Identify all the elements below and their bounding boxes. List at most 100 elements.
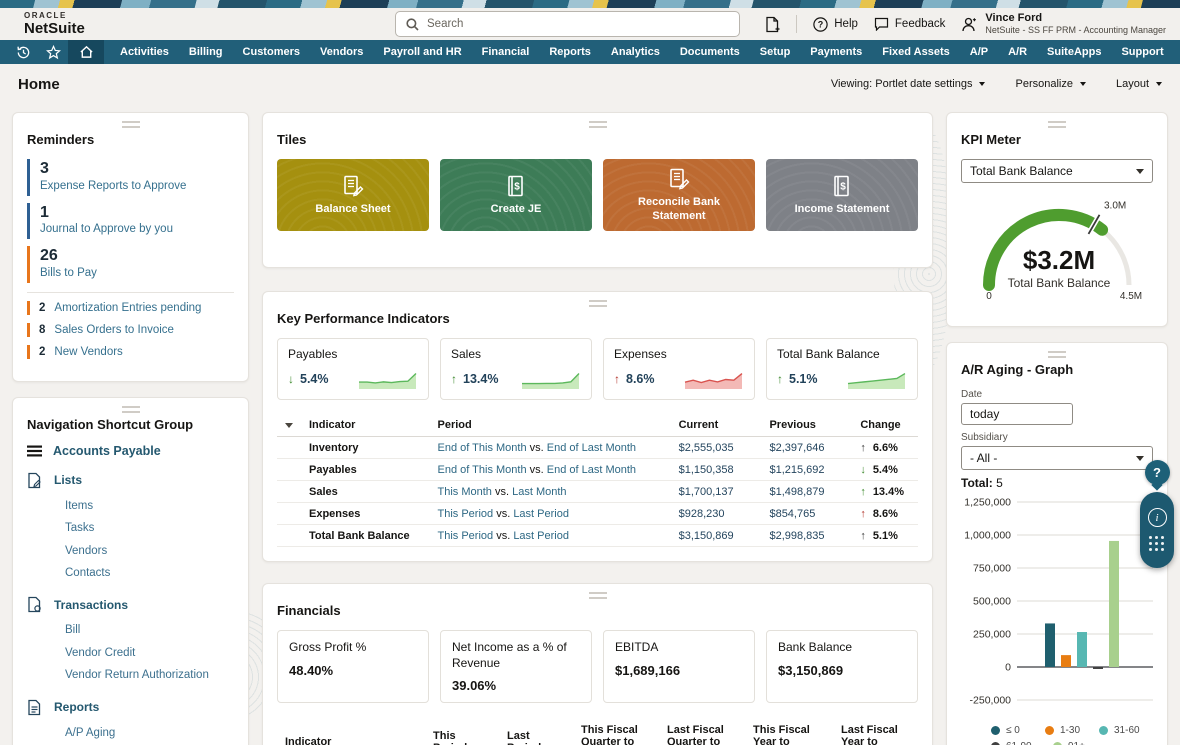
kpi-meter-select[interactable]: Total Bank Balance: [961, 159, 1153, 183]
financial-card-gross-profit[interactable]: Gross Profit %48.40%: [277, 630, 429, 703]
drag-handle[interactable]: [122, 121, 140, 128]
drag-handle[interactable]: [589, 592, 607, 599]
reminder-item[interactable]: 3Expense Reports to Approve: [27, 159, 234, 196]
nav-item-customers[interactable]: Customers: [233, 40, 310, 64]
shortcut-link-label[interactable]: Contacts: [65, 567, 110, 579]
personalize-dropdown[interactable]: Personalize: [1015, 78, 1085, 90]
period-link[interactable]: End of This Month: [438, 464, 527, 476]
shortcut-link-label[interactable]: A/P Aging: [65, 727, 115, 739]
user-menu[interactable]: Vince Ford NetSuite - SS FF PRM - Accoun…: [961, 12, 1166, 37]
nav-item-financial[interactable]: Financial: [472, 40, 540, 64]
help-bubble-button[interactable]: ?: [1145, 460, 1170, 485]
shortcut-link-label[interactable]: Bill: [65, 624, 80, 636]
global-search-input[interactable]: Search: [395, 11, 740, 37]
drag-handle[interactable]: [1048, 351, 1066, 358]
shortcut-link-label[interactable]: Items: [65, 500, 93, 512]
nav-item-payments[interactable]: Payments: [800, 40, 872, 64]
period-link[interactable]: Last Month: [512, 486, 566, 498]
feedback-button[interactable]: Feedback: [874, 17, 946, 31]
table-sort-caret[interactable]: [277, 414, 301, 437]
date-input[interactable]: today: [961, 403, 1073, 425]
period-link[interactable]: Last Period: [513, 530, 569, 542]
shortcut-link-vendors[interactable]: Vendors: [65, 540, 234, 562]
legend-item-91[interactable]: 91+: [1053, 741, 1115, 745]
nav-item-setup[interactable]: Setup: [750, 40, 801, 64]
shortcut-link-contacts[interactable]: Contacts: [65, 562, 234, 584]
drag-handle[interactable]: [589, 300, 607, 307]
kpi-card-payables[interactable]: Payables↓5.4%: [277, 338, 429, 400]
financial-card-ebitda[interactable]: EBITDA$1,689,166: [603, 630, 755, 703]
nav-item-billing[interactable]: Billing: [179, 40, 233, 64]
shortcut-link-label[interactable]: Vendor Return Authorization: [65, 669, 209, 681]
shortcut-section-header[interactable]: Reports: [27, 699, 234, 716]
reminder-label[interactable]: Journal to Approve by you: [40, 223, 234, 235]
legend-item-1-30[interactable]: 1-30: [1045, 725, 1099, 736]
legend-item-31-60[interactable]: 31-60: [1099, 725, 1153, 736]
reminder-label[interactable]: Sales Orders to Invoice: [54, 324, 174, 336]
netsuite-logo[interactable]: ORACLE NetSuite: [24, 12, 85, 36]
nav-item-activities[interactable]: Activities: [110, 40, 179, 64]
nav-item-fixed-assets[interactable]: Fixed Assets: [872, 40, 959, 64]
nav-item-a-r[interactable]: A/R: [998, 40, 1037, 64]
info-button[interactable]: i: [1148, 508, 1167, 527]
shortcut-link-label[interactable]: Vendors: [65, 545, 107, 557]
financial-card-net-income-as-a-of-revenue[interactable]: Net Income as a % of Revenue39.06%: [440, 630, 592, 703]
shortcuts-button[interactable]: [38, 40, 68, 64]
reminder-label[interactable]: Expense Reports to Approve: [40, 180, 234, 192]
nav-item-reports[interactable]: Reports: [539, 40, 601, 64]
shortcut-section-header[interactable]: Lists: [27, 472, 234, 489]
kpi-card-total-bank-balance[interactable]: Total Bank Balance↑5.1%: [766, 338, 918, 400]
period-link[interactable]: End of Last Month: [547, 464, 636, 476]
shortcut-link-vendor-credit[interactable]: Vendor Credit: [65, 642, 234, 664]
nav-item-suiteapps[interactable]: SuiteApps: [1037, 40, 1111, 64]
recent-records-button[interactable]: [8, 40, 38, 64]
period-link[interactable]: This Period: [438, 530, 494, 542]
drag-handle[interactable]: [589, 121, 607, 128]
period-link[interactable]: End of This Month: [438, 442, 527, 454]
kpi-card-sales[interactable]: Sales↑13.4%: [440, 338, 592, 400]
tile-balance-sheet[interactable]: Balance Sheet: [277, 159, 429, 231]
reminder-label[interactable]: New Vendors: [54, 346, 122, 358]
period-link[interactable]: This Period: [438, 508, 494, 520]
subsidiary-select[interactable]: - All -: [961, 446, 1153, 470]
reminder-label[interactable]: Bills to Pay: [40, 267, 234, 279]
drag-handle[interactable]: [1048, 121, 1066, 128]
financial-card-bank-balance[interactable]: Bank Balance$3,150,869: [766, 630, 918, 703]
shortcut-link-vendor-return-authorization[interactable]: Vendor Return Authorization: [65, 664, 234, 686]
shortcut-link-items[interactable]: Items: [65, 495, 234, 517]
shortcut-link-tasks[interactable]: Tasks: [65, 517, 234, 539]
shortcut-link-bill[interactable]: Bill: [65, 619, 234, 641]
kpi-card-expenses[interactable]: Expenses↑8.6%: [603, 338, 755, 400]
nav-item-analytics[interactable]: Analytics: [601, 40, 670, 64]
create-new-button[interactable]: [765, 16, 780, 33]
tile-create-je[interactable]: $Create JE: [440, 159, 592, 231]
shortcut-group-accounts-payable[interactable]: Accounts Payable: [27, 444, 234, 458]
reminder-item[interactable]: 1Journal to Approve by you: [27, 203, 234, 240]
legend-item-0[interactable]: ≤ 0: [991, 725, 1045, 736]
reminder-item[interactable]: 2Amortization Entries pending: [27, 301, 234, 315]
drag-handle[interactable]: [122, 406, 140, 413]
reminder-item[interactable]: 8Sales Orders to Invoice: [27, 323, 234, 337]
shortcut-link-a-p-aging[interactable]: A/P Aging: [65, 722, 234, 744]
viewing-portlet-date-settings-dropdown[interactable]: Viewing: Portlet date settings: [831, 78, 986, 90]
help-button[interactable]: ? Help: [813, 17, 858, 32]
period-link[interactable]: This Month: [438, 486, 492, 498]
nav-item-vendors[interactable]: Vendors: [310, 40, 373, 64]
reminder-item[interactable]: 26Bills to Pay: [27, 246, 234, 283]
nav-item-support[interactable]: Support: [1111, 40, 1173, 64]
nav-item-documents[interactable]: Documents: [670, 40, 750, 64]
reminder-item[interactable]: 2New Vendors: [27, 345, 234, 359]
shortcut-link-label[interactable]: Tasks: [65, 522, 94, 534]
legend-item-61-90[interactable]: 61-90: [991, 741, 1053, 745]
reminder-label[interactable]: Amortization Entries pending: [54, 302, 201, 314]
grid-dots-button[interactable]: [1149, 536, 1165, 552]
tile-income-statement[interactable]: $Income Statement: [766, 159, 918, 231]
tile-reconcile-bank-statement[interactable]: Reconcile Bank Statement: [603, 159, 755, 231]
layout-dropdown[interactable]: Layout: [1116, 78, 1162, 90]
period-link[interactable]: Last Period: [513, 508, 569, 520]
tab-home[interactable]: [68, 40, 104, 64]
period-link[interactable]: End of Last Month: [547, 442, 636, 454]
shortcut-section-header[interactable]: Transactions: [27, 596, 234, 613]
nav-item-payroll-and-hr[interactable]: Payroll and HR: [373, 40, 471, 64]
nav-item-a-p[interactable]: A/P: [960, 40, 998, 64]
